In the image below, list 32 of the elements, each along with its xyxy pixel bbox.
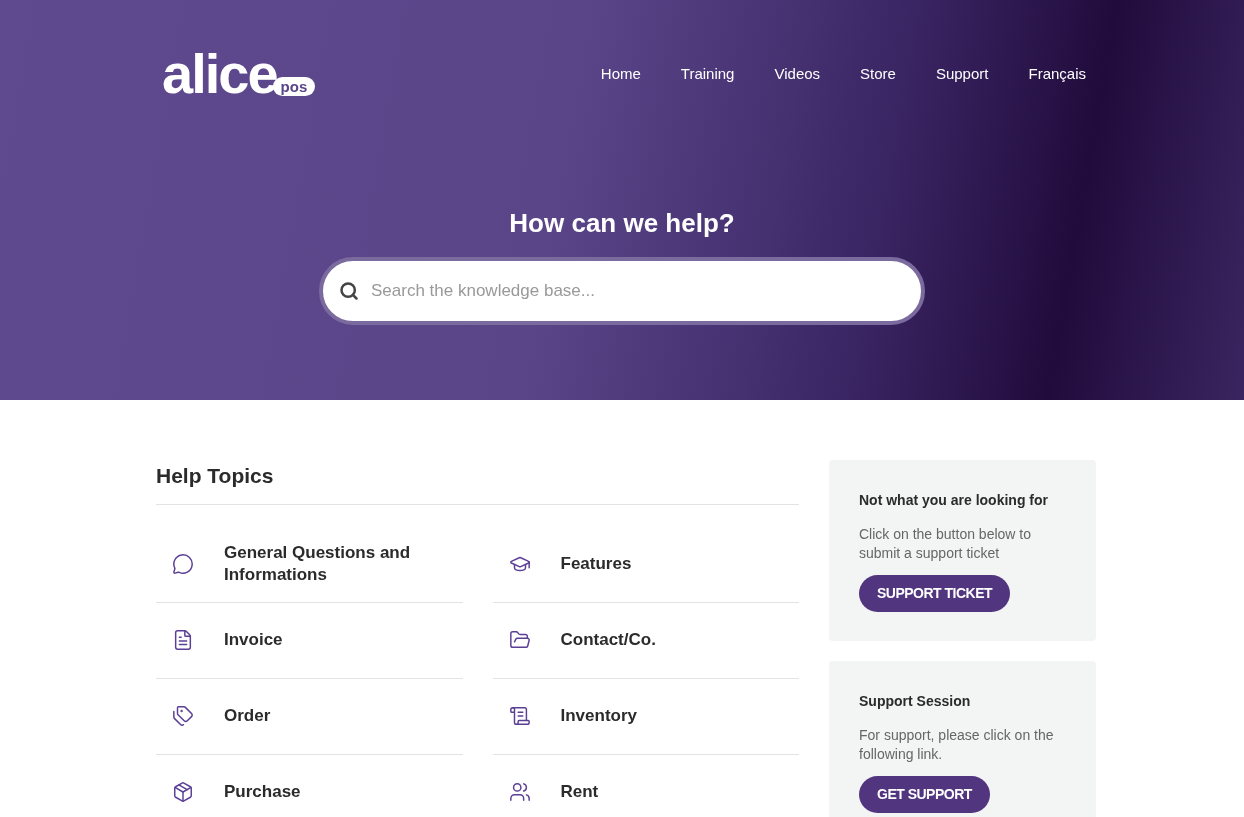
topic-link[interactable]: General Questions and Informations (224, 542, 447, 586)
section-title: Help Topics (156, 460, 799, 505)
box-icon (172, 781, 194, 803)
card-text: Click on the button below to submit a support ticket (859, 525, 1032, 563)
search-field[interactable]: Search the knowledge base... (371, 278, 905, 304)
search-bar[interactable]: Search the knowledge base... (319, 257, 925, 325)
topic-link[interactable]: Features (560, 553, 632, 575)
topic-link[interactable]: Invoice (224, 629, 283, 651)
scroll-icon (508, 705, 531, 727)
topic-link[interactable]: Contact/Co. (560, 629, 656, 651)
chat-bubble-icon (172, 553, 194, 575)
support-button[interactable]: SUPPORT TICKET (859, 575, 1011, 612)
topic-link[interactable]: Purchase (224, 781, 301, 803)
card-title: Not what you are looking for (859, 491, 1049, 510)
document-icon (172, 629, 194, 651)
topic-link[interactable]: Inventory (560, 705, 638, 727)
card-text: For support, please click on the following link. (859, 726, 1055, 764)
people-icon (508, 781, 531, 803)
nav-link[interactable]: Support (935, 62, 989, 86)
topic-link[interactable]: Order (224, 705, 271, 727)
nav-link[interactable]: Training (680, 62, 735, 86)
nav-link[interactable]: Store (860, 62, 896, 86)
support-button[interactable]: GET SUPPORT (859, 776, 990, 813)
search-icon (339, 281, 359, 301)
folder-icon (508, 629, 531, 651)
nav-link[interactable]: Home (600, 62, 641, 86)
nav-link[interactable]: Français (1028, 62, 1086, 86)
tags-icon (172, 705, 194, 727)
card-title: Support Session (859, 692, 972, 711)
nav-link[interactable]: Videos (774, 62, 821, 86)
hero-title: How can we help? (508, 207, 736, 240)
topic-link[interactable]: Rent (560, 781, 599, 803)
